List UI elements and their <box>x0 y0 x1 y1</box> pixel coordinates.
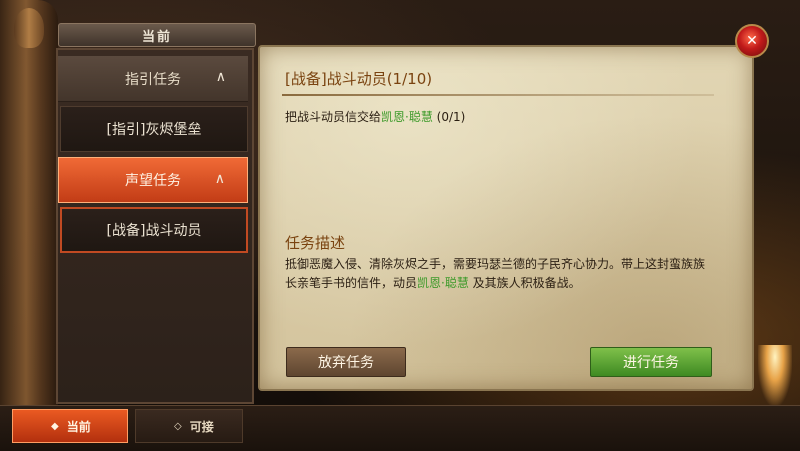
statue-decoration <box>0 0 58 405</box>
proceed-quest-button[interactable]: 进行任务 <box>590 347 712 377</box>
category-label: 声望任务 <box>125 173 181 189</box>
tab-current[interactable]: ◆ 当前 <box>12 409 128 443</box>
quest-item-ash-fortress[interactable]: [指引]灰烬堡垒 <box>60 106 248 152</box>
chevron-up-icon: ∧ <box>214 171 225 187</box>
chevron-up-icon: ∧ <box>215 69 226 85</box>
description-text-end: 及其族人积极备战。 <box>468 276 581 290</box>
quest-description: 抵御恶魔入侵、清除灰烬之手，需要玛瑟兰德的子民齐心协力。带上这封蛮族族长亲笔手书… <box>285 255 715 293</box>
quest-detail-parchment <box>258 45 754 391</box>
candle-glow-decoration <box>758 345 792 405</box>
tab-available-label: 可接 <box>189 419 214 434</box>
diamond-icon: ◆ <box>51 420 59 432</box>
current-header: 当前 <box>58 23 256 47</box>
tab-current-label: 当前 <box>66 419 91 434</box>
abandon-quest-button[interactable]: 放弃任务 <box>286 347 406 377</box>
category-guide-quests[interactable]: 指引任务 ∧ <box>58 56 248 102</box>
category-reputation-quests[interactable]: 声望任务 ∧ <box>58 157 248 203</box>
description-npc[interactable]: 凯恩·聪慧 <box>417 276 469 290</box>
description-title: 任务描述 <box>285 234 346 252</box>
quest-objective: 把战斗动员信交给凯恩·聪慧 (0/1) <box>285 108 465 125</box>
title-divider <box>282 94 714 96</box>
diamond-icon: ◇ <box>174 420 182 432</box>
quest-item-battle-mobilization[interactable]: [战备]战斗动员 <box>60 207 248 253</box>
tab-available[interactable]: ◇ 可接 <box>135 409 243 443</box>
category-label: 指引任务 <box>125 71 181 88</box>
statue-head-decoration <box>14 8 44 48</box>
objective-npc[interactable]: 凯恩·聪慧 <box>381 110 433 124</box>
quest-title: [战备]战斗动员(1/10) <box>285 70 433 88</box>
objective-text: 把战斗动员信交给 <box>285 110 382 124</box>
close-icon[interactable]: ✕ <box>735 24 769 58</box>
objective-progress: (0/1) <box>436 110 466 124</box>
